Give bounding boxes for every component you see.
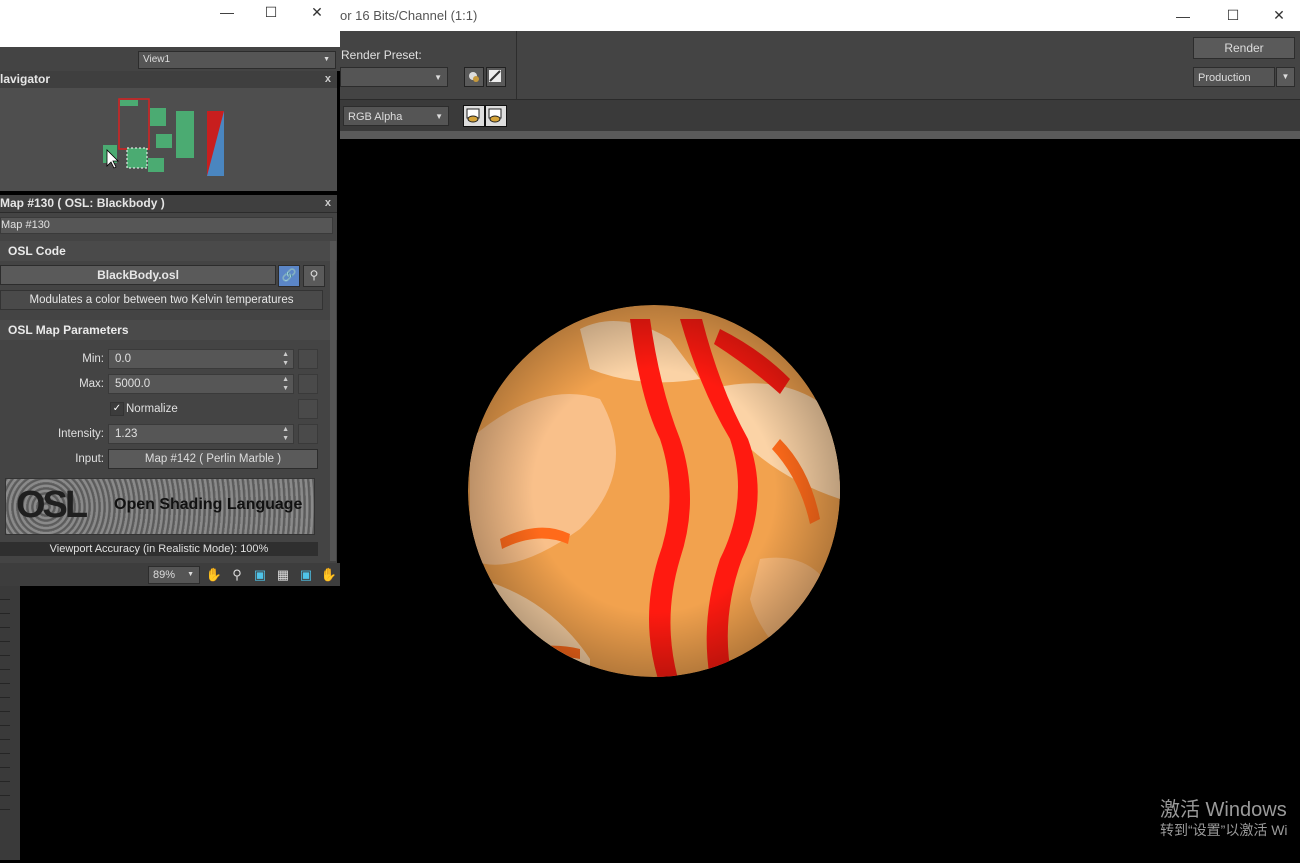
- map-panel-close-icon[interactable]: x: [325, 195, 331, 212]
- display-alpha-icon[interactable]: [463, 105, 485, 127]
- close-icon[interactable]: ✕: [1256, 0, 1300, 31]
- link-icon[interactable]: 🔗: [278, 265, 300, 287]
- zoom-region-icon[interactable]: ▣: [251, 566, 269, 584]
- map-parameters-panel: Map #130 OSL Code BlackBody.osl 🔗 ⚲ Modu…: [0, 213, 337, 563]
- osl-logo-banner: OSL Open Shading Language: [5, 478, 315, 535]
- activation-watermark-title: 激活 Windows: [1160, 799, 1287, 821]
- activation-watermark-subtitle: 转到“设置”以激活 Wi: [1160, 822, 1288, 838]
- map-panel-header: Map #130 ( OSL: Blackbody ) x: [0, 195, 337, 213]
- input-map-button[interactable]: Map #142 ( Perlin Marble ): [108, 449, 318, 469]
- max-map-slot[interactable]: [298, 374, 318, 394]
- render-button[interactable]: Render: [1193, 37, 1295, 59]
- panel-scrollbar[interactable]: [330, 241, 336, 561]
- viewport-accuracy: Viewport Accuracy (in Realistic Mode): 1…: [0, 542, 318, 556]
- navigator-minimap: [103, 98, 224, 176]
- osl-logo-text: Open Shading Language: [114, 496, 303, 513]
- navigator-close-icon[interactable]: x: [325, 71, 331, 88]
- render-setup-icon[interactable]: [486, 67, 506, 87]
- slate-editor-titlebar: — ☐ ✕: [0, 0, 340, 47]
- monochrome-icon[interactable]: [485, 105, 507, 127]
- production-dropdown-arrow[interactable]: ▼: [1276, 67, 1295, 87]
- render-frame-divider: [340, 131, 1300, 139]
- map-name-field[interactable]: Map #130: [0, 217, 333, 234]
- osl-code-rollout[interactable]: OSL Code: [0, 241, 337, 261]
- channel-value: RGB Alpha: [348, 111, 403, 123]
- pan-to-selected-icon[interactable]: ✋: [320, 566, 338, 584]
- input-label: Input:: [75, 453, 104, 465]
- slate-view-bar: View1 ▼: [0, 47, 340, 71]
- production-dropdown[interactable]: Production: [1193, 67, 1275, 87]
- normalize-map-slot[interactable]: [298, 399, 318, 419]
- navigator-header: lavigator x: [0, 71, 337, 89]
- max-spinner[interactable]: 5000.0 ▲ ▼: [108, 374, 294, 394]
- zoom-extents-selected-icon[interactable]: ▣: [297, 566, 315, 584]
- view-dropdown[interactable]: View1 ▼: [138, 51, 336, 69]
- view-value: View1: [143, 54, 171, 65]
- zoom-value: 89%: [153, 569, 176, 581]
- zoom-dropdown[interactable]: 89% ▼: [148, 566, 200, 584]
- intensity-value: 1.23: [115, 428, 138, 440]
- min-spinner[interactable]: 0.0 ▲ ▼: [108, 349, 294, 369]
- map-panel-title: Map #130 ( OSL: Blackbody ): [0, 196, 165, 210]
- toolbar-separator: [516, 31, 517, 99]
- render-preset-label: Render Preset:: [341, 48, 422, 62]
- checkmark-icon: ✓: [112, 403, 122, 414]
- side-panel-lines: [0, 586, 10, 816]
- render-frame-channel-bar: RGB Alpha ▼: [340, 99, 1300, 132]
- osl-file-button[interactable]: BlackBody.osl: [0, 265, 276, 285]
- slate-close-icon[interactable]: ✕: [294, 0, 340, 24]
- zoom-extents-icon[interactable]: ▦: [274, 566, 292, 584]
- render-frame-title: or 16 Bits/Channel (1:1): [340, 8, 478, 23]
- spinner-arrows-icon[interactable]: ▲ ▼: [282, 425, 289, 443]
- slate-minimize-icon[interactable]: —: [204, 0, 250, 24]
- normalize-label: Normalize: [126, 403, 178, 415]
- max-value: 5000.0: [115, 378, 151, 390]
- render-frame-titlebar: or 16 Bits/Channel (1:1) — ☐ ✕: [340, 0, 1300, 31]
- channel-dropdown[interactable]: RGB Alpha ▼: [343, 106, 449, 126]
- min-map-slot[interactable]: [298, 349, 318, 369]
- background-area: [0, 586, 340, 860]
- intensity-spinner[interactable]: 1.23 ▲ ▼: [108, 424, 294, 444]
- slate-bottom-bar: 89% ▼ ✋ ⚲ ▣ ▦ ▣ ✋: [0, 563, 340, 586]
- osl-description: Modulates a color between two Kelvin tem…: [0, 290, 323, 310]
- intensity-map-slot[interactable]: [298, 424, 318, 444]
- zoom-icon[interactable]: ⚲: [228, 566, 246, 584]
- navigator-title: lavigator: [0, 72, 51, 86]
- render-frame-toolbar: Render Preset: ▼ Render Production ▼: [340, 31, 1300, 99]
- max-label: Max:: [79, 378, 104, 390]
- search-icon[interactable]: ⚲: [303, 265, 325, 287]
- render-viewport[interactable]: [340, 139, 1300, 860]
- minimize-icon[interactable]: —: [1160, 0, 1206, 31]
- rendered-sphere: [468, 305, 840, 677]
- slate-maximize-icon[interactable]: ☐: [248, 0, 294, 24]
- osl-logo-icon: OSL: [16, 484, 88, 526]
- normalize-checkbox[interactable]: ✓: [110, 402, 124, 416]
- intensity-label: Intensity:: [57, 428, 104, 440]
- min-value: 0.0: [115, 353, 131, 365]
- maximize-icon[interactable]: ☐: [1210, 0, 1256, 31]
- pan-hand-icon[interactable]: ✋: [205, 566, 223, 584]
- spinner-arrows-icon[interactable]: ▲ ▼: [282, 350, 289, 368]
- min-label: Min:: [82, 353, 104, 365]
- spinner-arrows-icon[interactable]: ▲ ▼: [282, 375, 289, 393]
- preset-load-icon[interactable]: [464, 67, 484, 87]
- navigator-view[interactable]: [0, 88, 337, 191]
- osl-params-rollout[interactable]: OSL Map Parameters: [0, 320, 337, 340]
- render-preset-dropdown[interactable]: ▼: [340, 67, 448, 87]
